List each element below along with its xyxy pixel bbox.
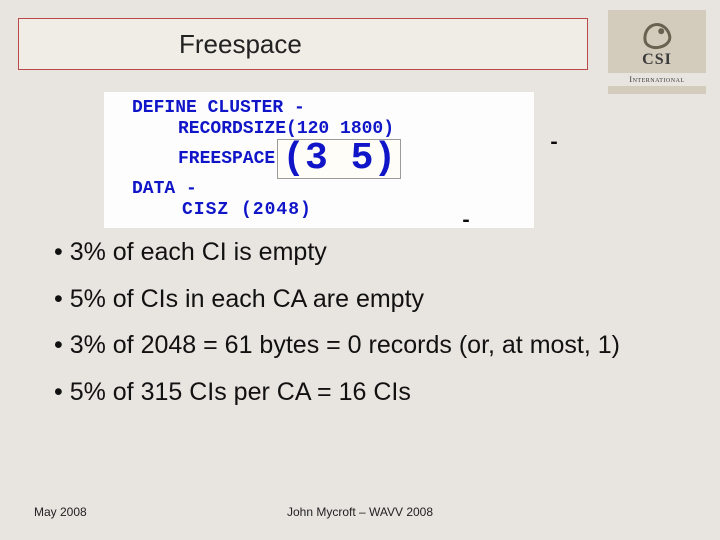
slide-title: Freespace bbox=[179, 29, 302, 60]
code-freespace-keyword: FREESPACE bbox=[178, 149, 275, 170]
code-freespace-value: (3 5) bbox=[277, 139, 401, 179]
bullet-item: 5% of 315 CIs per CA = 16 CIs bbox=[54, 377, 660, 408]
logo-subtext: International bbox=[608, 73, 706, 86]
bullet-item: 3% of each CI is empty bbox=[54, 237, 660, 268]
bullet-item: 5% of CIs in each CA are empty bbox=[54, 284, 660, 315]
logo-abbrev: CSI bbox=[642, 51, 672, 69]
code-snippet: DEFINE CLUSTER - RECORDSIZE(120 1800) FR… bbox=[104, 92, 534, 228]
code-line-3: FREESPACE (3 5) bbox=[178, 139, 524, 179]
code-line-5: CISZ (2048) bbox=[182, 200, 524, 221]
logo-glyph-icon bbox=[641, 20, 673, 50]
code-line-4: DATA - bbox=[132, 179, 524, 200]
csi-logo: CSI International bbox=[608, 10, 706, 94]
code-line-2: RECORDSIZE(120 1800) bbox=[178, 119, 524, 140]
continuation-dash-2: - bbox=[460, 210, 472, 233]
bullet-list: 3% of each CI is empty 5% of CIs in each… bbox=[54, 237, 660, 423]
footer-author: John Mycroft – WAVV 2008 bbox=[0, 505, 720, 519]
logo-top: CSI bbox=[608, 19, 706, 73]
code-line-1: DEFINE CLUSTER - bbox=[132, 98, 524, 119]
continuation-dash-1: - bbox=[548, 132, 560, 155]
slide-title-box: Freespace bbox=[18, 18, 588, 70]
bullet-item: 3% of 2048 = 61 bytes = 0 records (or, a… bbox=[54, 330, 660, 361]
